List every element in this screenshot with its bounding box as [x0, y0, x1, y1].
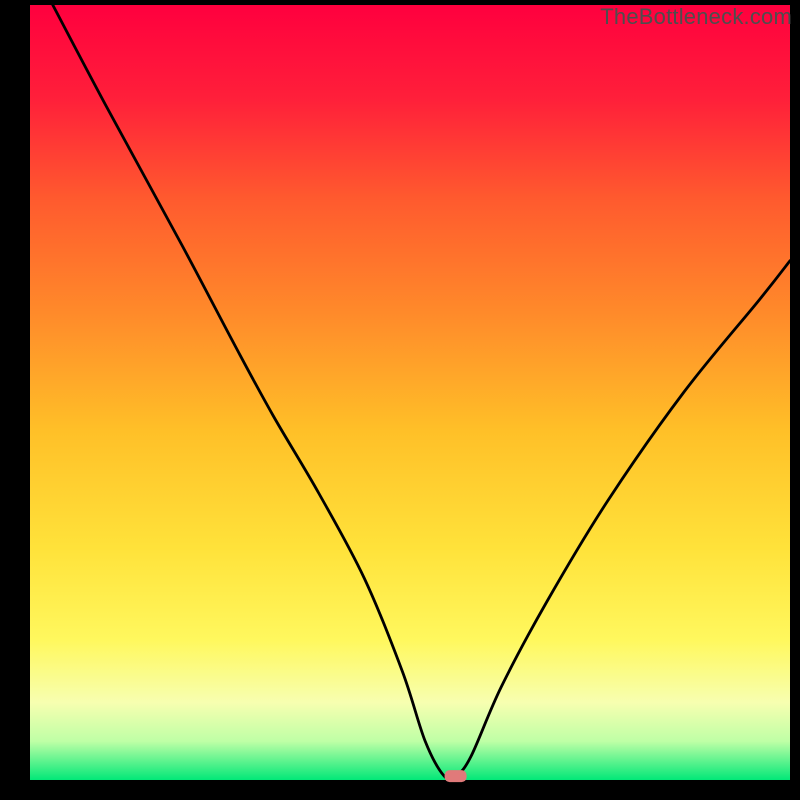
watermark-text: TheBottleneck.com	[600, 4, 792, 30]
plot-background	[30, 5, 790, 780]
chart-svg	[0, 0, 800, 800]
optimal-marker	[445, 770, 467, 782]
chart-stage: TheBottleneck.com	[0, 0, 800, 800]
